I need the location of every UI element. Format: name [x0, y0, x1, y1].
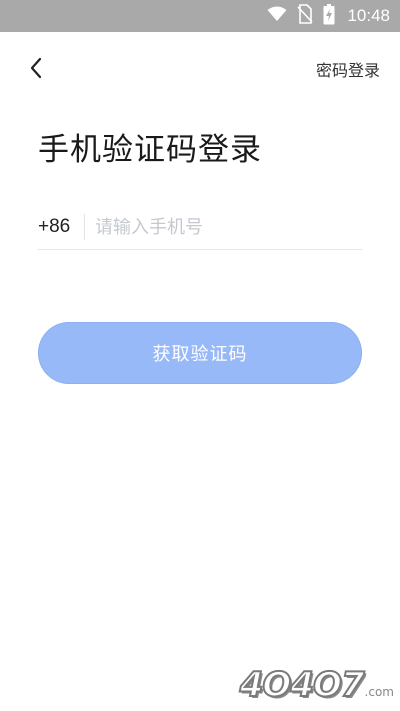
wifi-icon — [267, 6, 287, 26]
phone-input-row: +86 — [38, 205, 362, 250]
page-title: 手机验证码登录 — [38, 132, 262, 168]
country-code-divider — [84, 214, 85, 240]
get-code-button[interactable]: 获取验证码 — [38, 322, 362, 384]
back-button[interactable] — [22, 54, 50, 82]
status-icons: 10:48 — [267, 3, 390, 29]
phone-input[interactable] — [95, 216, 345, 238]
watermark-suffix: .com — [364, 685, 394, 699]
chevron-left-icon — [30, 57, 42, 79]
login-screen: 10:48 密码登录 手机验证码登录 +86 获取验证码 4O4O7 .com — [0, 0, 400, 711]
battery-charging-icon — [323, 3, 335, 29]
status-time: 10:48 — [347, 6, 390, 25]
watermark-logo: 4O4O7 .com — [239, 664, 394, 706]
country-code[interactable]: +86 — [38, 216, 82, 238]
watermark-text: 4O4O7 — [239, 664, 366, 706]
password-login-link[interactable]: 密码登录 — [316, 57, 380, 81]
status-bar: 10:48 — [0, 0, 400, 32]
no-sim-icon — [297, 4, 314, 28]
